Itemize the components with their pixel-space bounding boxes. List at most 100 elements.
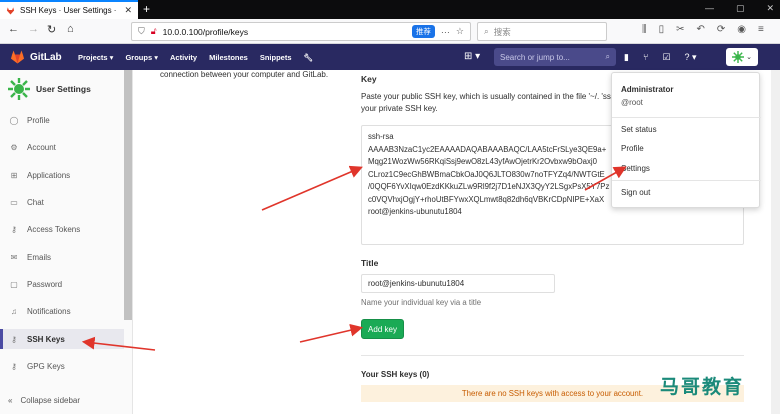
todos-icon[interactable]: ☑: [662, 52, 670, 63]
menu-icon[interactable]: ≡: [758, 24, 764, 35]
minimize-icon[interactable]: —: [705, 3, 714, 14]
grid-icon: ⊞: [10, 170, 18, 180]
sidebar-item-label: GPG Keys: [27, 361, 65, 371]
window-controls: — ▢ ✕: [705, 3, 774, 14]
browser-tab[interactable]: SSH Keys · User Settings · Git ✕: [0, 0, 138, 19]
sidebar-item-chat[interactable]: ▭ Chat: [0, 192, 124, 212]
maximize-icon[interactable]: ▢: [736, 3, 745, 14]
account-icon[interactable]: ◉: [737, 24, 746, 35]
gitlab-search-input[interactable]: Search or jump to... ⌕: [494, 48, 616, 66]
sidebar-item-label: SSH Keys: [27, 334, 65, 344]
sidebar-item-gpg-keys[interactable]: ⚷ GPG Keys: [0, 356, 124, 376]
page-scrollbar[interactable]: [771, 70, 780, 414]
translate-button[interactable]: 推荐: [411, 25, 435, 38]
divider: [361, 355, 744, 356]
gitlab-brand: GitLab: [30, 51, 62, 63]
sidebar-item-label: Profile: [27, 115, 50, 125]
url-text[interactable]: 10.0.0.100/profile/keys: [163, 27, 406, 37]
new-item-plus-icon[interactable]: ⊞ ▾: [464, 51, 480, 62]
sidebar-item-emails[interactable]: ✉ Emails: [0, 247, 124, 267]
nav-activity[interactable]: Activity: [170, 53, 197, 62]
bell-icon: ♫: [11, 306, 17, 316]
sidebar-item-label: Chat: [27, 197, 44, 207]
nav-groups[interactable]: Groups ▾: [125, 53, 158, 62]
browser-search[interactable]: ⌕ 搜索: [477, 22, 607, 41]
gitlab-nav-icons: ▮ ⑂ ☑ ? ▾: [624, 52, 696, 63]
gitlab-tab-icon: [6, 7, 15, 15]
collapse-sidebar-button[interactable]: « Collapse sidebar: [8, 396, 80, 405]
dropdown-divider: [612, 117, 761, 118]
add-key-button[interactable]: Add key: [361, 319, 404, 339]
sidebar-item-password[interactable]: ▢ Password: [0, 274, 124, 294]
sidebar-scrollbar[interactable]: [124, 70, 132, 320]
shield-icon[interactable]: ⛉: [138, 26, 145, 37]
key-icon: ⚷: [11, 224, 17, 234]
gear-icon: ⚙: [10, 142, 18, 152]
user-avatar-button[interactable]: ⌄: [726, 48, 758, 66]
forward-icon[interactable]: →: [28, 23, 39, 35]
nav-snippets[interactable]: Snippets: [260, 53, 292, 62]
sidebar-header[interactable]: User Settings: [8, 78, 91, 100]
key-title-input[interactable]: root@jenkins-ubunutu1804: [361, 274, 555, 293]
browser-tab-bar: SSH Keys · User Settings · Git ✕ + — ▢ ✕: [0, 0, 780, 19]
collapse-icon: «: [8, 396, 13, 405]
gitlab-navbar: GitLab Projects ▾ Groups ▾ Activity Mile…: [0, 44, 780, 70]
gitlab-tanuki-icon: [10, 50, 25, 64]
sidebar-item-applications[interactable]: ⊞ Applications: [0, 165, 124, 185]
gitlab-logo[interactable]: GitLab: [10, 50, 62, 64]
intro-text: connection between your computer and Git…: [160, 70, 329, 79]
sidebar-item-access-tokens[interactable]: ⚷ Access Tokens: [0, 219, 124, 239]
user-dropdown-menu: Administrator @root Set status Profile S…: [611, 72, 761, 208]
library-icon[interactable]: ⫼: [642, 24, 647, 35]
reload-icon[interactable]: ↻: [47, 23, 56, 36]
gitlab-search-placeholder: Search or jump to...: [500, 52, 570, 62]
home-icon[interactable]: ⌂: [67, 23, 74, 35]
mail-icon: ✉: [10, 252, 18, 262]
undo-icon[interactable]: ↶: [697, 24, 705, 35]
nav-milestones[interactable]: Milestones: [209, 53, 248, 62]
your-keys-heading: Your SSH keys (0): [361, 370, 430, 379]
close-tab-icon[interactable]: ✕: [124, 5, 132, 16]
bookmark-star-icon[interactable]: ☆: [456, 26, 464, 37]
page-actions-icon[interactable]: ···: [441, 27, 450, 37]
issues-icon[interactable]: ▮: [624, 52, 629, 63]
sidebar-item-ssh-keys[interactable]: ⚷ SSH Keys: [0, 329, 124, 349]
sidebar-item-label: Applications: [27, 170, 71, 180]
sidebar-item-notifications[interactable]: ♫ Notifications: [0, 301, 124, 321]
title-label: Title: [361, 258, 379, 268]
chat-icon: ▭: [10, 197, 18, 207]
menu-item-sign-out[interactable]: Sign out: [621, 188, 650, 197]
insecure-lock-icon[interactable]: 🔓︎: [151, 26, 157, 37]
avatar-icon: [732, 51, 745, 63]
toolbar-icons: ⫼ ▯ ✂ ↶ ⟳ ◉ ≡: [642, 24, 764, 35]
key-icon: ⚷: [11, 334, 17, 344]
browser-search-placeholder: 搜索: [493, 26, 511, 37]
tab-title: SSH Keys · User Settings · Git: [20, 6, 120, 15]
admin-wrench-icon[interactable]: 🔧︎: [304, 53, 314, 62]
sidebar-item-label: Account: [27, 142, 56, 152]
menu-item-profile[interactable]: Profile: [621, 144, 644, 153]
close-window-icon[interactable]: ✕: [766, 3, 774, 14]
screenshot-icon[interactable]: ✂: [676, 24, 684, 35]
new-tab-icon[interactable]: +: [143, 2, 150, 16]
sidebar-toggle-icon[interactable]: ▯: [659, 24, 665, 35]
help-icon[interactable]: ? ▾: [684, 52, 696, 63]
sync-icon[interactable]: ⟳: [717, 24, 725, 35]
key-label: Key: [361, 74, 377, 84]
menu-item-set-status[interactable]: Set status: [621, 125, 657, 134]
nav-projects[interactable]: Projects ▾: [78, 53, 113, 62]
key-icon: ⚷: [11, 361, 17, 371]
sidebar-item-account[interactable]: ⚙ Account: [0, 137, 124, 157]
address-bar[interactable]: ⛉ 🔓︎ 10.0.0.100/profile/keys 推荐 ··· ☆: [131, 22, 471, 41]
sidebar-item-label: Emails: [27, 252, 52, 262]
menu-item-settings[interactable]: Settings: [621, 164, 650, 173]
merge-requests-icon[interactable]: ⑂: [643, 52, 648, 63]
dropdown-divider: [612, 180, 761, 181]
dropdown-user-name: Administrator: [621, 85, 674, 94]
search-icon: ⌕: [484, 26, 489, 36]
sidebar-item-profile[interactable]: ◯ Profile: [0, 110, 124, 130]
settings-sidebar: User Settings ◯ Profile ⚙ Account ⊞ Applica…: [0, 70, 133, 414]
back-icon[interactable]: ←: [8, 23, 19, 35]
watermark-logo: 马哥教育: [660, 377, 745, 398]
chevron-down-icon: ⌄: [746, 54, 752, 61]
